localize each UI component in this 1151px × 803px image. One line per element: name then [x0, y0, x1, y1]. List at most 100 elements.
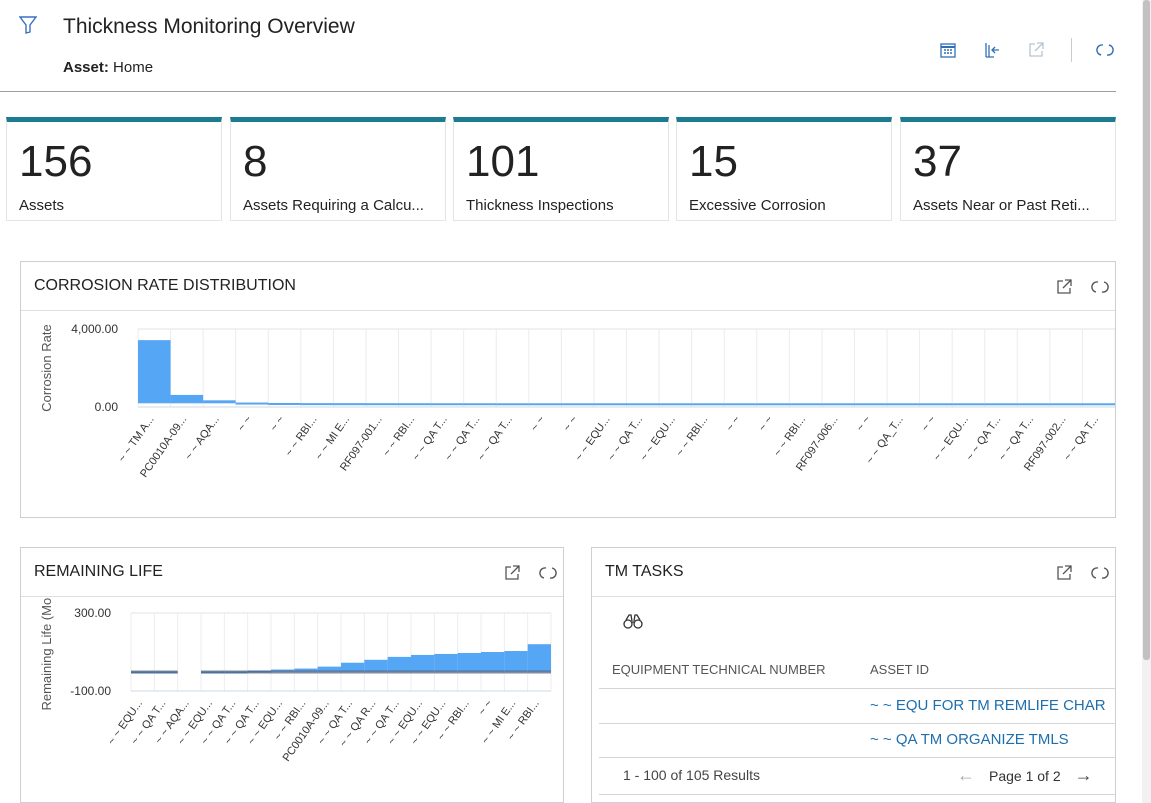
data-bar [691, 403, 725, 406]
page-title: Thickness Monitoring Overview [63, 15, 355, 38]
remaining-life-panel: REMAINING LIFE Remaining Life (Mor 300.00… [20, 547, 564, 803]
next-page-icon[interactable]: → [1075, 765, 1093, 786]
page-header: Thickness Monitoring Overview Asset: Hom… [0, 0, 1116, 92]
x-tick-label: ~ ~ RBI... [772, 414, 808, 459]
kpi-value: 8 [243, 137, 268, 186]
refresh-icon[interactable] [1089, 276, 1111, 298]
y-axis-title: Corrosion Rate [39, 324, 54, 411]
data-bar [854, 403, 888, 406]
bar-shadow [131, 670, 155, 674]
data-bar [300, 403, 334, 406]
x-tick-label: ~ ~ RBI... [674, 414, 710, 459]
data-bar [411, 654, 435, 672]
data-bar [457, 652, 481, 672]
x-tick-label: ~ ~ [919, 414, 938, 434]
open-external-icon[interactable] [1025, 39, 1047, 61]
kpi-label: Excessive Corrosion [689, 197, 826, 214]
data-bar [561, 403, 594, 406]
asset-context: Asset: Home [63, 59, 153, 76]
divider [599, 723, 1115, 724]
kpi-label: Assets Requiring a Calcu... [243, 197, 424, 214]
bar-shadow [527, 670, 551, 674]
column-header-equipment[interactable]: EQUIPMENT TECHNICAL NUMBER [612, 662, 826, 677]
kpi-value: 37 [913, 137, 962, 186]
x-tick-label: ~ ~ [235, 414, 254, 434]
tm-tasks-panel: TM TASKS EQUIPMENT TECHNICAL NUMBER ASSE… [591, 547, 1116, 803]
panel-toolbar [491, 562, 563, 584]
kpi-tile-thickness-inspections[interactable]: 101 Thickness Inspections [453, 117, 669, 221]
kpi-value: 15 [689, 137, 738, 186]
refresh-icon[interactable] [537, 562, 559, 584]
data-bar [626, 403, 660, 406]
data-bar [756, 403, 790, 406]
data-bar [1049, 403, 1083, 406]
panel-header: REMAINING LIFE [21, 548, 563, 597]
data-bar [952, 403, 985, 406]
refresh-icon[interactable] [1089, 562, 1111, 584]
filter-icon[interactable] [19, 16, 37, 34]
kpi-label: Assets Near or Past Reti... [913, 197, 1090, 214]
panel-header: TM TASKS [592, 548, 1115, 597]
bar-shadow [504, 670, 528, 674]
panel-header: CORROSION RATE DISTRIBUTION [21, 262, 1115, 311]
data-bar [481, 652, 505, 672]
import-icon[interactable] [981, 39, 1003, 61]
x-tick-label: ~ ~ [757, 414, 776, 434]
data-bar [463, 403, 497, 406]
binoculars-icon[interactable] [623, 613, 643, 629]
table-row-asset-link[interactable]: ~ ~ EQU FOR TM REMLIFE CHAR [870, 697, 1106, 714]
bar-shadow [154, 670, 178, 674]
data-bar [333, 403, 366, 406]
data-bar [821, 403, 855, 406]
page-scrollbar[interactable] [1142, 0, 1151, 803]
open-external-icon[interactable] [1053, 276, 1075, 298]
panel-toolbar [1043, 276, 1115, 298]
scrollbar-thumb[interactable] [1143, 0, 1150, 660]
data-bar [268, 403, 301, 406]
open-external-icon[interactable] [501, 562, 523, 584]
panel-toolbar [1043, 562, 1115, 584]
bar-shadow [201, 670, 225, 674]
data-bar [431, 403, 464, 406]
data-bar [398, 403, 432, 406]
calendar-icon[interactable] [937, 39, 959, 61]
y-tick-label: -100.00 [70, 684, 111, 698]
kpi-tile-assets-requiring-calc[interactable]: 8 Assets Requiring a Calcu... [230, 117, 446, 221]
x-tick-label: ~ ~ [529, 414, 548, 434]
bar-shadow [481, 670, 505, 674]
results-count: 1 - 100 of 105 Results [623, 767, 760, 783]
data-bar [593, 403, 627, 406]
data-bar [138, 340, 171, 404]
table-row-asset-link[interactable]: ~ ~ QA TM ORGANIZE TMLS [870, 731, 1069, 748]
data-bar [203, 400, 236, 404]
kpi-tile-assets[interactable]: 156 Assets [6, 117, 222, 221]
kpi-value: 156 [19, 137, 93, 186]
bar-shadow [387, 670, 411, 674]
data-bar [789, 403, 822, 406]
tm-tasks-table: EQUIPMENT TECHNICAL NUMBER ASSET ID ~ ~ … [599, 598, 1115, 802]
bar-shadow [434, 670, 458, 674]
kpi-tile-excessive-corrosion[interactable]: 15 Excessive Corrosion [676, 117, 892, 221]
panel-title: CORROSION RATE DISTRIBUTION [34, 277, 296, 294]
bar-shadow [364, 670, 388, 674]
asset-value[interactable]: Home [113, 59, 153, 76]
refresh-icon[interactable] [1094, 39, 1116, 61]
pagination: ← Page 1 of 2 → [957, 765, 1093, 786]
panel-title: REMAINING LIFE [34, 563, 163, 580]
y-tick-label: 0.00 [95, 400, 119, 414]
kpi-row: 156 Assets 8 Assets Requiring a Calcu...… [6, 117, 1116, 221]
data-bar [365, 403, 399, 406]
kpi-tile-assets-near-retirement[interactable]: 37 Assets Near or Past Reti... [900, 117, 1116, 221]
data-bar [984, 403, 1018, 406]
x-tick-label: ~ ~ [268, 414, 287, 434]
kpi-label: Thickness Inspections [466, 197, 614, 214]
data-bar [341, 662, 365, 672]
y-axis-title: Remaining Life (Mor [39, 598, 54, 711]
open-external-icon[interactable] [1053, 562, 1075, 584]
data-bar [919, 403, 953, 406]
prev-page-icon[interactable]: ← [957, 765, 975, 786]
data-bar [364, 659, 388, 672]
toolbar-divider [1071, 38, 1072, 62]
column-header-asset-id[interactable]: ASSET ID [870, 662, 929, 677]
data-bar [496, 403, 529, 406]
